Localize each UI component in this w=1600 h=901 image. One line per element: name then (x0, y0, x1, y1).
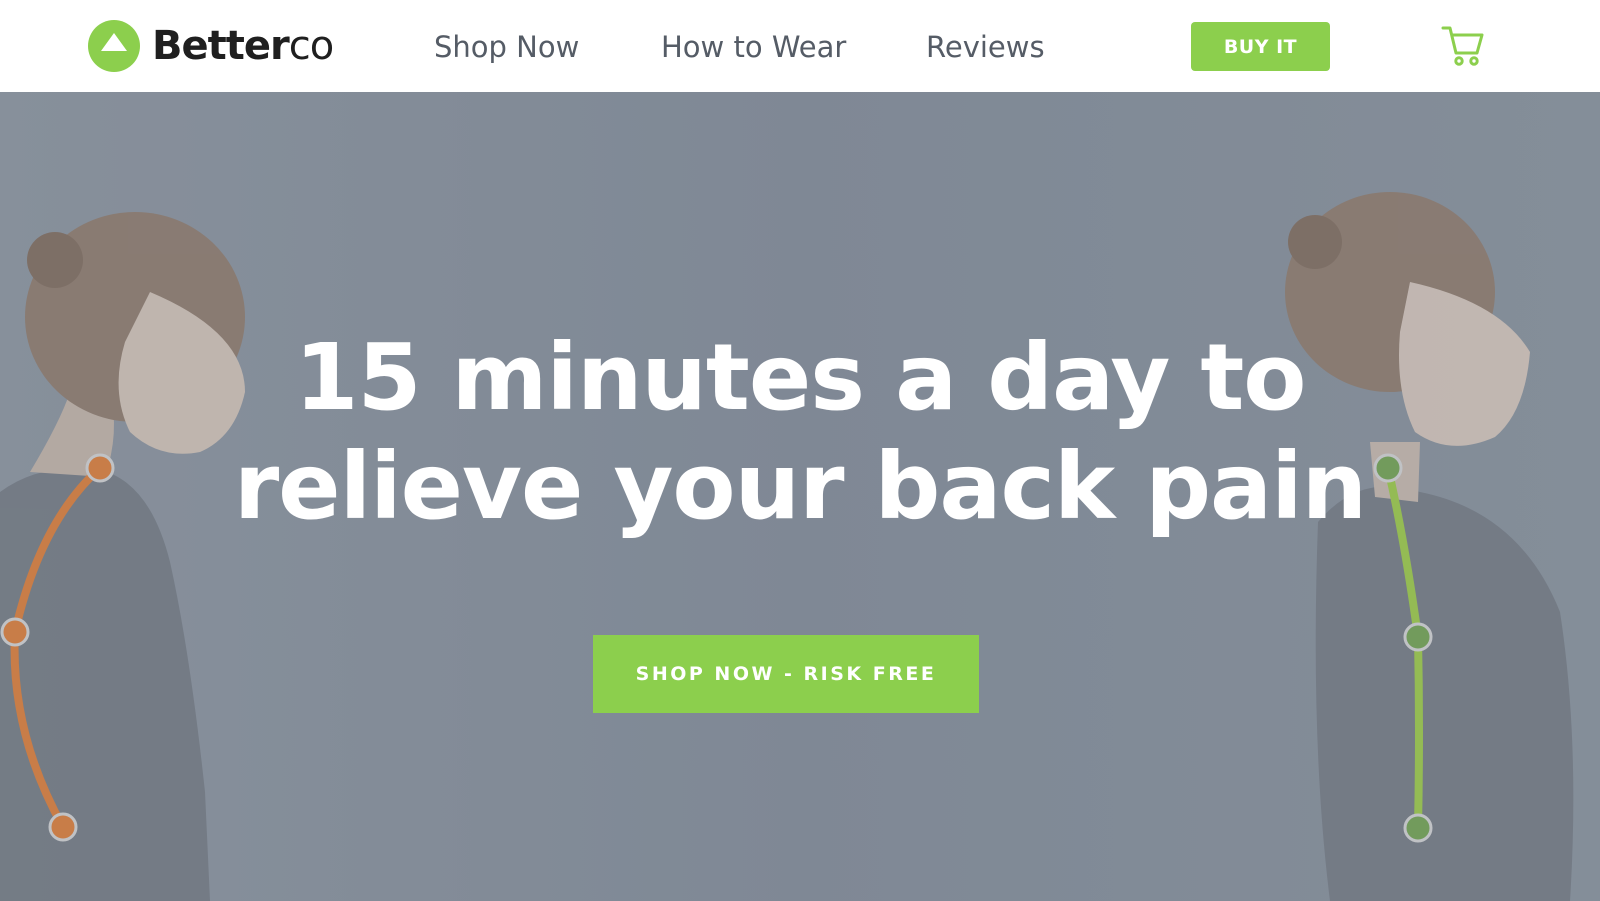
brand-logo[interactable]: Betterco (88, 20, 334, 72)
hero-section: 15 minutes a day to relieve your back pa… (0, 92, 1600, 901)
nav-how-to-wear-link[interactable]: How to Wear (661, 30, 846, 64)
nav-shop-now-link[interactable]: Shop Now (434, 30, 579, 64)
brand-name: Betterco (152, 23, 334, 69)
shop-now-risk-free-button[interactable]: SHOP NOW - RISK FREE (593, 635, 979, 713)
hero-headline-line-1: 15 minutes a day to (294, 324, 1306, 431)
brand-name-light: co (288, 23, 334, 69)
nav-reviews-link[interactable]: Reviews (926, 30, 1045, 64)
brand-name-bold: Better (152, 23, 290, 69)
shopping-cart-icon[interactable] (1440, 22, 1486, 68)
buy-it-button[interactable]: BUY IT (1191, 22, 1330, 71)
top-navigation-bar: Betterco Shop Now How to Wear Reviews BU… (0, 0, 1600, 92)
logo-triangle-icon (88, 20, 140, 72)
hero-headline-line-2: relieve your back pain (233, 433, 1367, 540)
